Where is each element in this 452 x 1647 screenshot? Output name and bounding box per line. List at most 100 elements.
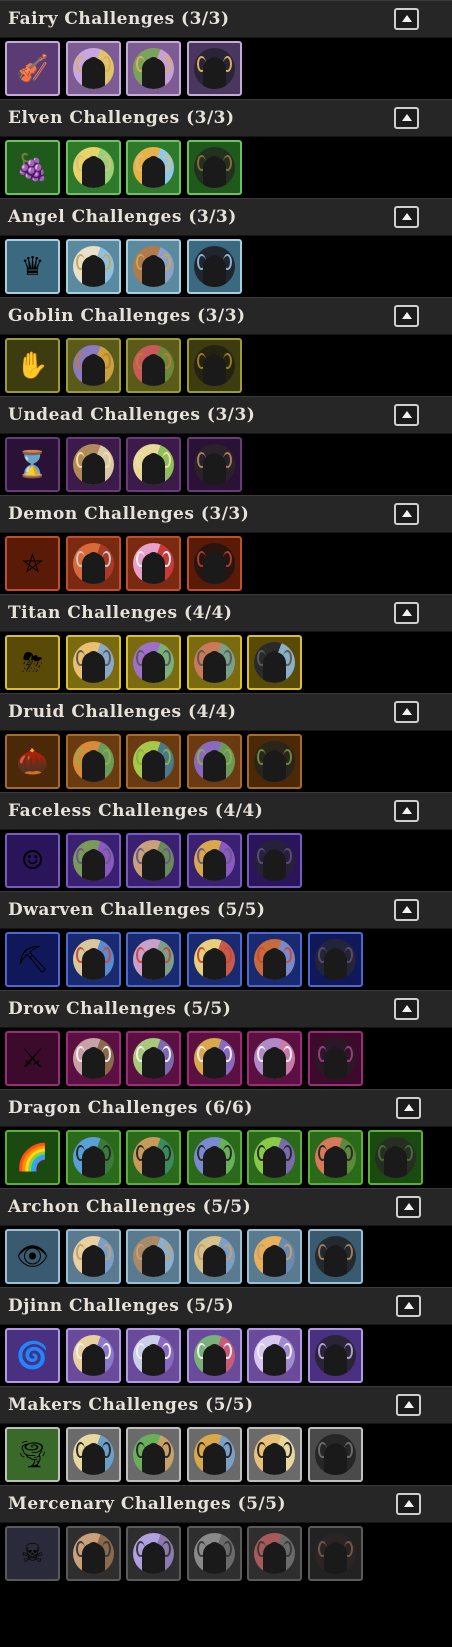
collapse-button[interactable] xyxy=(394,602,419,624)
challenge-medal-tile[interactable] xyxy=(307,1130,363,1185)
challenge-medal-tile[interactable] xyxy=(186,1229,242,1284)
challenge-medal-tile[interactable] xyxy=(65,1427,121,1482)
challenge-medal-tile[interactable] xyxy=(126,140,181,195)
challenge-medal-tile[interactable] xyxy=(65,734,121,789)
challenge-medal-tile[interactable] xyxy=(65,1328,121,1383)
challenge-medal-tile[interactable] xyxy=(65,437,121,492)
challenge-medal-tile[interactable] xyxy=(126,734,181,789)
challenge-reward-tile[interactable]: ✋ xyxy=(5,338,60,393)
challenge-medal-tile[interactable] xyxy=(65,932,121,987)
section-header-dwarven[interactable]: Dwarven Challenges (5/5) xyxy=(0,891,452,929)
challenge-medal-tile[interactable] xyxy=(65,1229,121,1284)
challenge-medal-tile[interactable] xyxy=(186,1328,242,1383)
challenge-medal-tile[interactable] xyxy=(65,536,121,591)
collapse-button[interactable] xyxy=(394,107,419,129)
collapse-button[interactable] xyxy=(396,1493,421,1515)
challenge-medal-tile[interactable] xyxy=(186,1427,242,1482)
challenge-medal-tile[interactable] xyxy=(65,239,121,294)
challenge-reward-tile[interactable]: 🎻 xyxy=(5,41,60,96)
collapse-button[interactable] xyxy=(394,206,419,228)
challenge-medal-tile[interactable] xyxy=(186,41,242,96)
challenge-medal-tile[interactable] xyxy=(65,41,121,96)
challenge-reward-tile[interactable]: 🌀 xyxy=(5,1328,60,1383)
challenge-medal-tile[interactable] xyxy=(247,1427,302,1482)
collapse-button[interactable] xyxy=(394,899,419,921)
challenge-medal-tile[interactable] xyxy=(65,338,121,393)
challenge-medal-tile[interactable] xyxy=(247,1229,302,1284)
challenge-reward-tile[interactable]: 👁 xyxy=(5,1229,60,1284)
challenge-medal-tile[interactable] xyxy=(126,338,181,393)
section-header-dragon[interactable]: Dragon Challenges (6/6) xyxy=(0,1089,452,1127)
challenge-medal-tile[interactable] xyxy=(186,1526,242,1581)
section-header-djinn[interactable]: Djinn Challenges (5/5) xyxy=(0,1287,452,1325)
challenge-medal-tile[interactable] xyxy=(247,1526,302,1581)
challenge-medal-tile[interactable] xyxy=(186,1130,242,1185)
challenge-medal-tile[interactable] xyxy=(247,833,302,888)
challenge-medal-tile[interactable] xyxy=(307,1031,363,1086)
collapse-button[interactable] xyxy=(396,1394,421,1416)
challenge-medal-tile[interactable] xyxy=(186,536,242,591)
section-header-goblin[interactable]: Goblin Challenges (3/3) xyxy=(0,297,452,335)
challenge-medal-tile[interactable] xyxy=(186,239,242,294)
challenge-medal-tile[interactable] xyxy=(65,635,121,690)
section-header-archon[interactable]: Archon Challenges (5/5) xyxy=(0,1188,452,1226)
challenge-medal-tile[interactable] xyxy=(126,239,181,294)
challenge-reward-tile[interactable]: ⌛ xyxy=(5,437,60,492)
challenge-medal-tile[interactable] xyxy=(307,1328,363,1383)
challenge-medal-tile[interactable] xyxy=(186,1031,242,1086)
challenge-reward-tile[interactable]: ☺ xyxy=(5,833,60,888)
section-header-angel[interactable]: Angel Challenges (3/3) xyxy=(0,198,452,236)
challenge-medal-tile[interactable] xyxy=(307,1526,363,1581)
section-header-demon[interactable]: Demon Challenges (3/3) xyxy=(0,495,452,533)
challenge-medal-tile[interactable] xyxy=(65,1130,121,1185)
challenge-medal-tile[interactable] xyxy=(126,1526,181,1581)
challenge-medal-tile[interactable] xyxy=(247,734,302,789)
challenge-medal-tile[interactable] xyxy=(126,1427,181,1482)
challenge-medal-tile[interactable] xyxy=(247,1031,302,1086)
challenge-reward-tile[interactable]: ⛤ xyxy=(5,536,60,591)
challenge-medal-tile[interactable] xyxy=(126,635,181,690)
challenge-medal-tile[interactable] xyxy=(307,1427,363,1482)
section-header-druid[interactable]: Druid Challenges (4/4) xyxy=(0,693,452,731)
challenge-reward-tile[interactable]: ⚔ xyxy=(5,1031,60,1086)
challenge-medal-tile[interactable] xyxy=(126,536,181,591)
challenge-medal-tile[interactable] xyxy=(247,932,302,987)
section-header-fairy[interactable]: Fairy Challenges (3/3) xyxy=(0,0,452,38)
challenge-medal-tile[interactable] xyxy=(126,932,181,987)
challenge-reward-tile[interactable]: ⛏ xyxy=(5,932,60,987)
challenge-medal-tile[interactable] xyxy=(65,1031,121,1086)
challenge-medal-tile[interactable] xyxy=(186,734,242,789)
challenge-reward-tile[interactable]: 🌈 xyxy=(5,1130,60,1185)
collapse-button[interactable] xyxy=(394,998,419,1020)
challenge-medal-tile[interactable] xyxy=(65,833,121,888)
section-header-mercenary[interactable]: Mercenary Challenges (5/5) xyxy=(0,1485,452,1523)
challenge-medal-tile[interactable] xyxy=(186,338,242,393)
challenge-medal-tile[interactable] xyxy=(65,1526,121,1581)
challenge-medal-tile[interactable] xyxy=(126,1031,181,1086)
collapse-button[interactable] xyxy=(394,305,419,327)
section-header-elven[interactable]: Elven Challenges (3/3) xyxy=(0,99,452,137)
challenge-medal-tile[interactable] xyxy=(368,1130,423,1185)
challenge-medal-tile[interactable] xyxy=(186,932,242,987)
collapse-button[interactable] xyxy=(396,1097,421,1119)
collapse-button[interactable] xyxy=(394,701,419,723)
collapse-button[interactable] xyxy=(394,8,419,30)
challenge-medal-tile[interactable] xyxy=(247,1130,302,1185)
challenge-medal-tile[interactable] xyxy=(186,833,242,888)
section-header-makers[interactable]: Makers Challenges (5/5) xyxy=(0,1386,452,1424)
challenge-reward-tile[interactable]: 🌰 xyxy=(5,734,60,789)
section-header-faceless[interactable]: Faceless Challenges (4/4) xyxy=(0,792,452,830)
challenge-reward-tile[interactable]: 🌪 xyxy=(5,1427,60,1482)
collapse-button[interactable] xyxy=(396,1295,421,1317)
challenge-reward-tile[interactable]: ⛈ xyxy=(5,635,60,690)
challenge-medal-tile[interactable] xyxy=(126,1130,181,1185)
challenge-medal-tile[interactable] xyxy=(126,1229,181,1284)
section-header-undead[interactable]: Undead Challenges (3/3) xyxy=(0,396,452,434)
challenge-medal-tile[interactable] xyxy=(126,437,181,492)
collapse-button[interactable] xyxy=(394,404,419,426)
challenge-reward-tile[interactable]: ☠ xyxy=(5,1526,60,1581)
section-header-drow[interactable]: Drow Challenges (5/5) xyxy=(0,990,452,1028)
collapse-button[interactable] xyxy=(396,1196,421,1218)
section-header-titan[interactable]: Titan Challenges (4/4) xyxy=(0,594,452,632)
collapse-button[interactable] xyxy=(394,800,419,822)
